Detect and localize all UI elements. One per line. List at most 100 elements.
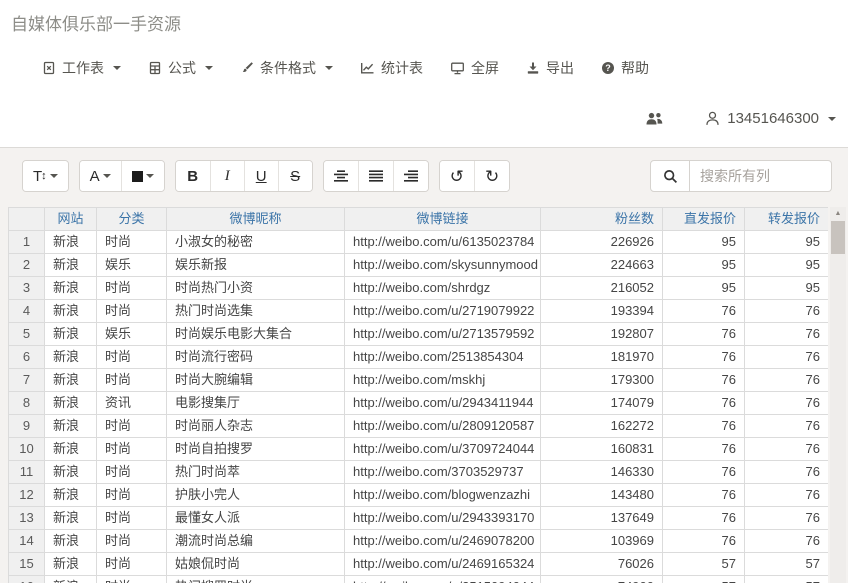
row-number[interactable]: 2 xyxy=(9,254,45,277)
cell-direct-price[interactable]: 57 xyxy=(663,576,745,583)
cell-fans[interactable]: 162272 xyxy=(541,415,663,438)
menu-item-worksheet[interactable]: 工作表 xyxy=(42,58,121,78)
cell-repost-price[interactable]: 76 xyxy=(745,507,829,530)
cell-repost-price[interactable]: 76 xyxy=(745,530,829,553)
cell-nickname[interactable]: 电影搜集厅 xyxy=(167,392,345,415)
cell-direct-price[interactable]: 76 xyxy=(663,346,745,369)
col-header-category[interactable]: 分类 xyxy=(97,208,167,231)
cell-repost-price[interactable]: 57 xyxy=(745,576,829,583)
menu-item-help[interactable]: ? 帮助 xyxy=(601,58,649,78)
menu-item-export[interactable]: 导出 xyxy=(526,58,574,78)
cell-site[interactable]: 新浪 xyxy=(45,461,97,484)
cell-link[interactable]: http://weibo.com/skysunnymood xyxy=(345,254,541,277)
cell-repost-price[interactable]: 76 xyxy=(745,484,829,507)
cell-link[interactable]: http://weibo.com/u/6135023784 xyxy=(345,231,541,254)
cell-direct-price[interactable]: 76 xyxy=(663,507,745,530)
row-number[interactable]: 9 xyxy=(9,415,45,438)
cell-site[interactable]: 新浪 xyxy=(45,231,97,254)
cell-nickname[interactable]: 娱乐新报 xyxy=(167,254,345,277)
cell-repost-price[interactable]: 76 xyxy=(745,300,829,323)
cell-nickname[interactable]: 时尚自拍搜罗 xyxy=(167,438,345,461)
cell-link[interactable]: http://weibo.com/blogwenzazhi xyxy=(345,484,541,507)
cell-category[interactable]: 时尚 xyxy=(97,530,167,553)
scroll-up-arrow-icon[interactable]: ▲ xyxy=(830,209,846,219)
vertical-scrollbar[interactable]: ▲ xyxy=(830,207,846,583)
cell-fans[interactable]: 216052 xyxy=(541,277,663,300)
cell-fans[interactable]: 143480 xyxy=(541,484,663,507)
cell-link[interactable]: http://weibo.com/2513854304 xyxy=(345,346,541,369)
row-number[interactable]: 4 xyxy=(9,300,45,323)
row-number[interactable]: 7 xyxy=(9,369,45,392)
cell-site[interactable]: 新浪 xyxy=(45,346,97,369)
row-number[interactable]: 3 xyxy=(9,277,45,300)
cell-link[interactable]: http://weibo.com/u/2719079922 xyxy=(345,300,541,323)
cell-fans[interactable]: 179300 xyxy=(541,369,663,392)
cell-category[interactable]: 时尚 xyxy=(97,277,167,300)
cell-repost-price[interactable]: 76 xyxy=(745,369,829,392)
cell-direct-price[interactable]: 76 xyxy=(663,461,745,484)
cell-category[interactable]: 时尚 xyxy=(97,300,167,323)
cell-direct-price[interactable]: 76 xyxy=(663,484,745,507)
cell-direct-price[interactable]: 76 xyxy=(663,369,745,392)
cell-site[interactable]: 新浪 xyxy=(45,300,97,323)
cell-direct-price[interactable]: 95 xyxy=(663,231,745,254)
row-number[interactable]: 5 xyxy=(9,323,45,346)
cell-link[interactable]: http://weibo.com/3703529737 xyxy=(345,461,541,484)
cell-link[interactable]: http://weibo.com/u/2943393170 xyxy=(345,507,541,530)
cell-category[interactable]: 时尚 xyxy=(97,507,167,530)
cell-nickname[interactable]: 热门搜罗时尚 xyxy=(167,576,345,583)
row-number[interactable]: 11 xyxy=(9,461,45,484)
cell-direct-price[interactable]: 95 xyxy=(663,277,745,300)
cell-site[interactable]: 新浪 xyxy=(45,530,97,553)
cell-repost-price[interactable]: 95 xyxy=(745,254,829,277)
row-number[interactable]: 14 xyxy=(9,530,45,553)
cell-repost-price[interactable]: 76 xyxy=(745,392,829,415)
cell-site[interactable]: 新浪 xyxy=(45,507,97,530)
cell-nickname[interactable]: 小淑女的秘密 xyxy=(167,231,345,254)
cell-category[interactable]: 时尚 xyxy=(97,484,167,507)
cell-site[interactable]: 新浪 xyxy=(45,277,97,300)
cell-site[interactable]: 新浪 xyxy=(45,254,97,277)
cell-nickname[interactable]: 姑娘侃时尚 xyxy=(167,553,345,576)
cell-nickname[interactable]: 时尚娱乐电影大集合 xyxy=(167,323,345,346)
cell-fans[interactable]: 146330 xyxy=(541,461,663,484)
cell-nickname[interactable]: 时尚大腕编辑 xyxy=(167,369,345,392)
cell-repost-price[interactable]: 95 xyxy=(745,231,829,254)
cell-site[interactable]: 新浪 xyxy=(45,553,97,576)
cell-nickname[interactable]: 热门时尚选集 xyxy=(167,300,345,323)
search-input[interactable] xyxy=(690,160,832,192)
cell-link[interactable]: http://weibo.com/u/3709724044 xyxy=(345,438,541,461)
cell-fans[interactable]: 74900 xyxy=(541,576,663,583)
cell-direct-price[interactable]: 95 xyxy=(663,254,745,277)
cell-category[interactable]: 时尚 xyxy=(97,415,167,438)
scrollbar-thumb[interactable] xyxy=(831,221,845,254)
cell-repost-price[interactable]: 76 xyxy=(745,438,829,461)
cell-site[interactable]: 新浪 xyxy=(45,576,97,583)
cell-nickname[interactable]: 最懂女人派 xyxy=(167,507,345,530)
cell-link[interactable]: http://weibo.com/u/2943411944 xyxy=(345,392,541,415)
row-number[interactable]: 13 xyxy=(9,507,45,530)
cell-repost-price[interactable]: 76 xyxy=(745,346,829,369)
menu-item-stats[interactable]: 统计表 xyxy=(360,58,423,78)
cell-link[interactable]: http://weibo.com/u/2713579592 xyxy=(345,323,541,346)
cell-repost-price[interactable]: 57 xyxy=(745,553,829,576)
menu-item-formula[interactable]: 公式 xyxy=(148,58,213,78)
col-header-nickname[interactable]: 微博昵称 xyxy=(167,208,345,231)
font-size-button[interactable]: T ↕ xyxy=(23,161,68,191)
cell-direct-price[interactable]: 76 xyxy=(663,392,745,415)
cell-nickname[interactable]: 热门时尚萃 xyxy=(167,461,345,484)
col-header-direct-price[interactable]: 直发报价 xyxy=(663,208,745,231)
bold-button[interactable]: B xyxy=(176,161,210,191)
align-center-button[interactable] xyxy=(324,161,358,191)
font-color-button[interactable]: A xyxy=(80,161,121,191)
cell-direct-price[interactable]: 76 xyxy=(663,300,745,323)
cell-repost-price[interactable]: 76 xyxy=(745,415,829,438)
cell-link[interactable]: http://weibo.com/u/2515094044 xyxy=(345,576,541,583)
cell-site[interactable]: 新浪 xyxy=(45,438,97,461)
cell-fans[interactable]: 137649 xyxy=(541,507,663,530)
cell-direct-price[interactable]: 76 xyxy=(663,530,745,553)
cell-link[interactable]: http://weibo.com/u/2469078200 xyxy=(345,530,541,553)
cell-category[interactable]: 资讯 xyxy=(97,392,167,415)
row-number[interactable]: 1 xyxy=(9,231,45,254)
cell-category[interactable]: 时尚 xyxy=(97,553,167,576)
